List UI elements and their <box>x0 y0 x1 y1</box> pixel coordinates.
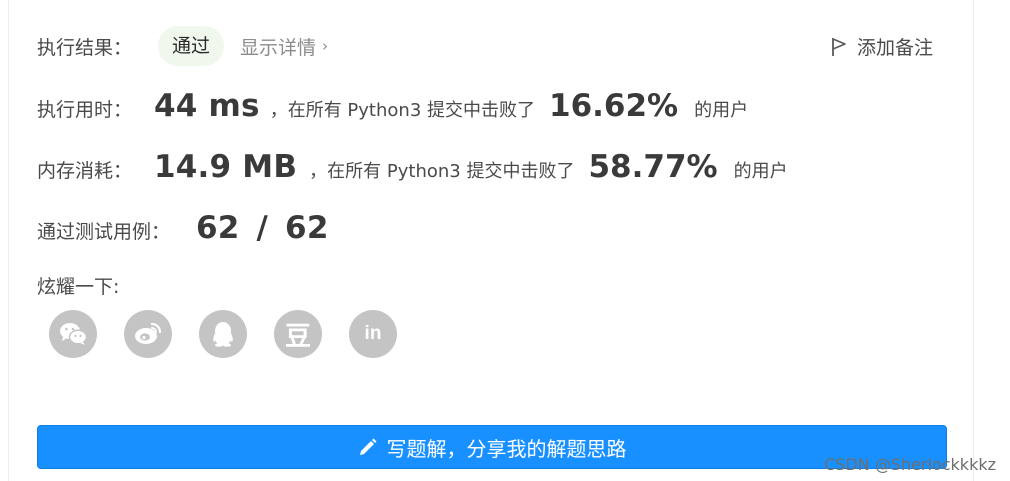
status-badge: 通过 <box>158 26 225 66</box>
qq-icon[interactable] <box>199 310 247 358</box>
testcases-value: 62 / 62 <box>196 210 329 246</box>
testcases-row: 通过测试用例： 62 / 62 <box>37 210 329 246</box>
runtime-compare-text: ，在所有 Python3 提交中击败了 <box>269 100 535 121</box>
result-row: 执行结果： 通过 显示详情 › <box>37 26 328 66</box>
memory-label: 内存消耗： <box>37 160 133 182</box>
watermark: CSDN @Sherlockkkkz <box>824 455 996 474</box>
linkedin-glyph: in <box>364 323 382 344</box>
memory-tail: 的用户 <box>733 161 788 182</box>
douban-glyph: 豆 <box>284 321 311 352</box>
runtime-percentile: 16.62% <box>549 88 679 124</box>
memory-value: 14.9 MB <box>154 149 298 185</box>
memory-compare-text: ，在所有 Python3 提交中击败了 <box>309 161 575 182</box>
result-label: 执行结果： <box>37 36 133 59</box>
result-panel: 执行结果： 通过 显示详情 › 添加备注 执行用时： 44 ms ，在所有 Py… <box>8 0 974 481</box>
share-icons: 豆 in <box>49 310 397 358</box>
runtime-value: 44 ms <box>154 88 260 124</box>
linkedin-icon[interactable]: in <box>349 310 397 358</box>
write-solution-label: 写题解，分享我的解题思路 <box>386 436 627 461</box>
douban-icon[interactable]: 豆 <box>274 310 322 358</box>
pencil-icon <box>359 438 376 455</box>
add-note-button[interactable]: 添加备注 <box>831 33 933 60</box>
runtime-tail: 的用户 <box>694 100 749 121</box>
show-details-link[interactable]: 显示详情 › <box>240 33 328 60</box>
write-solution-button[interactable]: 写题解，分享我的解题思路 <box>37 425 947 469</box>
weibo-icon[interactable] <box>124 310 172 358</box>
memory-percentile: 58.77% <box>588 149 718 185</box>
wechat-icon[interactable] <box>49 310 97 358</box>
share-label: 炫耀一下: <box>37 276 120 298</box>
runtime-row: 执行用时： 44 ms ，在所有 Python3 提交中击败了 16.62% 的… <box>37 88 748 124</box>
memory-row: 内存消耗： 14.9 MB ，在所有 Python3 提交中击败了 58.77%… <box>37 149 788 185</box>
flag-icon <box>832 37 846 56</box>
testcases-label: 通过测试用例： <box>37 221 171 243</box>
chevron-right-icon: › <box>322 37 329 55</box>
add-note-label: 添加备注 <box>856 37 933 59</box>
share-row: 炫耀一下: <box>37 272 119 299</box>
runtime-label: 执行用时： <box>37 99 133 121</box>
show-details-label: 显示详情 <box>240 36 317 59</box>
